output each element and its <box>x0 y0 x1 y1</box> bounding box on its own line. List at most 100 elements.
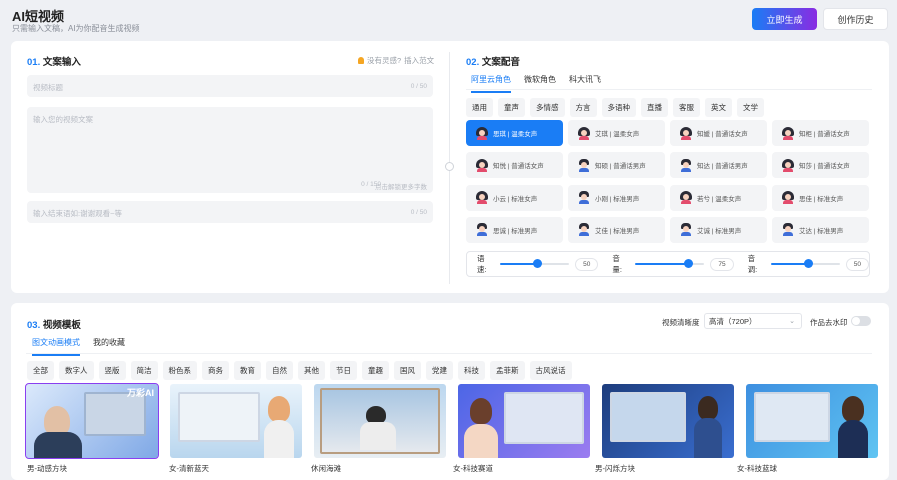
history-button[interactable]: 创作历史 <box>823 8 888 30</box>
voice-item[interactable]: 知达 | 普通话男声 <box>670 152 767 179</box>
template-thumb-5[interactable] <box>602 384 734 458</box>
voice-item-label: 小云 | 标准女声 <box>493 195 538 203</box>
voice-item-label: 思佳 | 标准女声 <box>799 195 844 203</box>
voice-item[interactable]: 小刚 | 标准男声 <box>568 184 665 211</box>
volume-slider[interactable] <box>635 259 705 268</box>
template-category-chips: 全部 数字人 竖版 简洁 粉色系 商务 教育 自然 其他 节日 童趣 国风 党建 科技 孟菲斯 古风说话 <box>27 361 572 380</box>
voice-category-chip[interactable]: 方言 <box>569 98 597 117</box>
voice-item-label: 艾佳 | 标准男声 <box>595 227 640 235</box>
video-script-textarea[interactable]: 输入您的视频文案 0 / 150 点击解锁更多字数 <box>27 107 433 193</box>
pitch-value[interactable]: 50 <box>845 257 869 271</box>
template-label-3: 休闲海滩 <box>311 464 341 473</box>
speed-knob[interactable] <box>532 259 542 268</box>
voice-item[interactable]: 艾诚 | 标准男声 <box>670 216 767 243</box>
template-category-chip[interactable]: 全部 <box>27 361 54 380</box>
ending-input[interactable]: 输入结束语如:谢谢观看~等 0 / 50 <box>27 201 433 223</box>
voice-avatar-icon <box>782 158 794 172</box>
speed-value[interactable]: 50 <box>575 257 599 271</box>
template-label-6: 女-科技蓝球 <box>737 464 777 473</box>
template-thumb-4[interactable] <box>458 384 590 458</box>
voice-item[interactable]: 思琪 | 温柔女声 <box>466 120 563 146</box>
voice-item[interactable]: 知媛 | 普通话女声 <box>670 120 767 146</box>
generate-button[interactable]: 立即生成 <box>752 8 817 30</box>
template-section-title: 03. 视频模板 <box>27 320 81 331</box>
unlock-words-link[interactable]: 点击解锁更多字数 <box>375 181 427 191</box>
voice-avatar-icon <box>578 191 590 204</box>
template-label-5: 男-闪烁方块 <box>595 464 635 473</box>
tab-aliyun[interactable]: 阿里云角色 <box>471 74 511 93</box>
voice-avatar-icon <box>680 223 692 237</box>
voice-item-label: 艾诚 | 标准男声 <box>697 227 742 235</box>
template-category-chip[interactable]: 竖版 <box>98 361 126 380</box>
voice-avatar-icon <box>782 126 794 140</box>
voice-category-chip[interactable]: 文学 <box>737 98 764 117</box>
video-title-input[interactable]: 视频标题 0 / 50 <box>27 75 433 97</box>
resolution-select[interactable]: 高清（720P） ⌄ <box>704 313 802 329</box>
speed-slider[interactable] <box>499 259 570 268</box>
template-category-chip[interactable]: 孟菲斯 <box>490 361 525 380</box>
voice-item-label: 知媛 | 普通话女声 <box>697 131 748 138</box>
volume-value[interactable]: 75 <box>710 257 734 271</box>
voice-avatar-icon <box>680 126 692 140</box>
pitch-slider[interactable] <box>770 259 840 268</box>
voice-avatar-icon <box>578 158 590 172</box>
volume-knob[interactable] <box>684 259 694 268</box>
voice-item-label: 知莎 | 普通话女声 <box>799 163 850 171</box>
tab-iflytek[interactable]: 科大讯飞 <box>569 74 601 93</box>
template-category-chip[interactable]: 童趣 <box>362 361 389 380</box>
voice-avatar-icon <box>782 223 794 237</box>
voice-item[interactable]: 艾达 | 标准男声 <box>772 216 869 243</box>
template-thumbnails: 万彩AI <box>25 383 878 459</box>
voice-item[interactable]: 小云 | 标准女声 <box>466 184 563 211</box>
voice-item[interactable]: 知悦 | 普通话女声 <box>466 152 563 179</box>
template-label-4: 女-科技赛道 <box>453 464 493 473</box>
template-thumb-1[interactable]: 万彩AI <box>25 383 159 459</box>
voice-category-chip[interactable]: 童声 <box>498 98 525 117</box>
template-category-chip[interactable]: 国风 <box>394 361 421 380</box>
template-category-chip[interactable]: 党建 <box>426 361 453 380</box>
template-category-chip[interactable]: 简洁 <box>130 361 158 380</box>
template-tabs-underline <box>26 353 872 354</box>
template-thumb-6[interactable] <box>746 384 878 458</box>
voice-category-chip[interactable]: 客服 <box>673 98 700 117</box>
pitch-knob[interactable] <box>803 259 813 268</box>
voice-item[interactable]: 知硕 | 普通话男声 <box>568 152 665 179</box>
voice-category-chips: 通用 童声 多情感 方言 多语种 直播 客服 英文 文学 <box>466 98 764 117</box>
voice-category-chip[interactable]: 直播 <box>641 98 668 117</box>
template-category-chip[interactable]: 粉色系 <box>162 361 197 380</box>
voice-item[interactable]: 知柜 | 普通话女声 <box>772 120 869 146</box>
template-thumb-3[interactable] <box>314 384 446 458</box>
template-thumb-2[interactable] <box>170 384 302 458</box>
template-category-chip[interactable]: 商务 <box>202 361 229 380</box>
voice-category-chip[interactable]: 英文 <box>705 98 732 117</box>
voice-item[interactable]: 思诚 | 标准男声 <box>466 216 563 243</box>
page-subtitle: 只需输入文稿，AI为你配音生成视频 <box>12 24 140 33</box>
template-category-chip[interactable]: 教育 <box>234 361 261 380</box>
inspiration-hint[interactable]: 没有灵感? 插入范文 <box>358 55 434 66</box>
voice-category-chip[interactable]: 通用 <box>466 98 493 117</box>
watermark-label: 作品去水印 <box>810 318 848 327</box>
voice-item-label: 小刚 | 标准男声 <box>595 195 640 203</box>
template-category-chip[interactable]: 数字人 <box>59 361 94 380</box>
voice-item[interactable]: 知莎 | 普通话女声 <box>772 152 869 179</box>
voice-item-label: 知悦 | 普通话女声 <box>493 163 544 171</box>
voice-item[interactable]: 艾琪 | 温柔女声 <box>568 120 665 146</box>
tab-microsoft[interactable]: 微软角色 <box>524 74 556 93</box>
template-category-chip[interactable]: 其他 <box>298 361 325 380</box>
voice-category-chip[interactable]: 多情感 <box>530 98 565 117</box>
insert-sample-link[interactable]: 插入范文 <box>404 55 434 66</box>
watermark-toggle[interactable] <box>851 316 871 326</box>
voice-category-chip[interactable]: 多语种 <box>601 98 636 117</box>
voice-section-title: 02. 文案配音 <box>466 57 520 68</box>
voice-item[interactable]: 思佳 | 标准女声 <box>772 184 869 211</box>
voice-item[interactable]: 若兮 | 温柔女声 <box>670 184 767 211</box>
voice-avatar-icon <box>476 126 488 140</box>
template-category-chip[interactable]: 科技 <box>458 361 485 380</box>
template-category-chip[interactable]: 自然 <box>266 361 293 380</box>
pitch-label: 音调: <box>747 254 758 274</box>
template-category-chip[interactable]: 古风说话 <box>529 361 572 380</box>
voice-item[interactable]: 艾佳 | 标准男声 <box>568 216 665 243</box>
voice-avatar-icon <box>680 191 692 204</box>
template-category-chip[interactable]: 节日 <box>330 361 357 380</box>
voice-item-label: 知硕 | 普通话男声 <box>595 163 646 171</box>
